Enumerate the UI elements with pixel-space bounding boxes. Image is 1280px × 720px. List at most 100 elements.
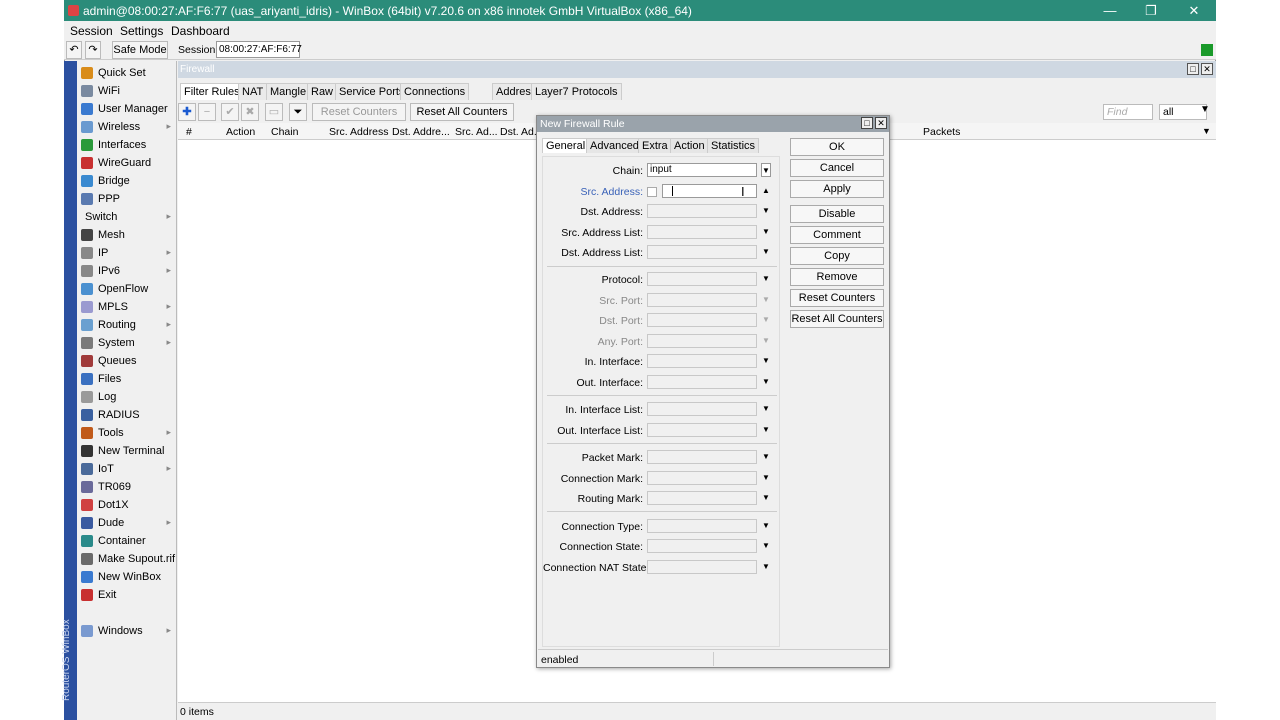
sidebar-item-iot[interactable]: IoT ▸ [77, 460, 177, 478]
maximize-button[interactable]: ❐ [1136, 2, 1166, 19]
sidebar-item-new-terminal[interactable]: New Terminal [77, 442, 177, 460]
chain-field[interactable]: input [647, 163, 757, 177]
sidebar-item-dot1x[interactable]: Dot1X [77, 496, 177, 514]
filter-icon[interactable]: ⏷ [289, 103, 307, 121]
connection-mark-dropdown-icon[interactable]: ▼ [761, 471, 771, 485]
redo-button[interactable]: ↷ [85, 41, 101, 59]
tab-general[interactable]: General [542, 138, 590, 153]
routing-mark-field[interactable] [647, 491, 757, 505]
sidebar-item-user-manager[interactable]: User Manager [77, 100, 177, 118]
tab-extra[interactable]: Extra [638, 138, 672, 153]
dst-address-list-dropdown-icon[interactable]: ▼ [761, 245, 771, 259]
dialog-close-icon[interactable]: ✕ [875, 117, 887, 129]
reset-counters-button[interactable]: Reset Counters [312, 103, 406, 121]
sidebar-item-new-winbox[interactable]: New WinBox [77, 568, 177, 586]
dst-port-dropdown-icon[interactable]: ▼ [761, 313, 771, 327]
dst-port-field[interactable] [647, 313, 757, 327]
sidebar-item-queues[interactable]: Queues [77, 352, 177, 370]
sidebar-item-wifi[interactable]: WiFi [77, 82, 177, 100]
connection-type-field[interactable] [647, 519, 757, 533]
add-icon[interactable]: ✚ [178, 103, 196, 121]
routing-mark-dropdown-icon[interactable]: ▼ [761, 491, 771, 505]
in-interface-dropdown-icon[interactable]: ▼ [761, 354, 771, 368]
out-interface-field[interactable] [647, 375, 757, 389]
col-chain[interactable]: Chain [271, 126, 298, 138]
col-dst-address[interactable]: Dst. Addre... [392, 126, 450, 138]
any-port-field[interactable] [647, 334, 757, 348]
protocol-dropdown-icon[interactable]: ▼ [761, 272, 771, 286]
sidebar-item-bridge[interactable]: Bridge [77, 172, 177, 190]
session-field[interactable]: 08:00:27:AF:F6:77 [216, 41, 302, 58]
in-interface-list-field[interactable] [647, 402, 757, 416]
tab-advanced[interactable]: Advanced [586, 138, 643, 153]
reset-all-counters-button[interactable]: Reset All Counters [410, 103, 514, 121]
src-address-collapse-icon[interactable]: ▲ [761, 184, 771, 198]
connection-state-dropdown-icon[interactable]: ▼ [761, 539, 771, 553]
firewall-close-icon[interactable]: ✕ [1201, 63, 1213, 75]
any-port-dropdown-icon[interactable]: ▼ [761, 334, 771, 348]
comment-button[interactable]: Comment [790, 226, 884, 244]
copy-button[interactable]: Copy [790, 247, 884, 265]
sidebar-item-files[interactable]: Files [77, 370, 177, 388]
sidebar-item-log[interactable]: Log [77, 388, 177, 406]
sidebar-item-exit[interactable]: Exit [77, 586, 177, 604]
tab-action[interactable]: Action [670, 138, 709, 153]
menu-dashboard[interactable]: Dashboard [171, 24, 230, 38]
find-input[interactable]: Find [1103, 104, 1153, 120]
disable-icon[interactable]: ✖ [241, 103, 259, 121]
tab-raw[interactable]: Raw [307, 83, 338, 100]
col-src-address[interactable]: Src. Address [329, 126, 389, 138]
safe-mode-button[interactable]: Safe Mode [112, 41, 168, 59]
sidebar-item-tools[interactable]: Tools ▸ [77, 424, 177, 442]
sidebar-item-openflow[interactable]: OpenFlow [77, 280, 177, 298]
connection-type-dropdown-icon[interactable]: ▼ [761, 519, 771, 533]
col-number[interactable]: # [186, 126, 192, 138]
col-packets[interactable]: Packets [923, 126, 960, 138]
dst-address-field[interactable] [647, 204, 757, 218]
src-port-dropdown-icon[interactable]: ▼ [761, 293, 771, 307]
sidebar-item-quick-set[interactable]: Quick Set [77, 64, 177, 82]
sidebar-item-tr069[interactable]: TR069 [77, 478, 177, 496]
packet-mark-field[interactable] [647, 450, 757, 464]
connection-nat-state-dropdown-icon[interactable]: ▼ [761, 560, 771, 574]
out-interface-dropdown-icon[interactable]: ▼ [761, 375, 771, 389]
protocol-field[interactable] [647, 272, 757, 286]
col-src-address-list[interactable]: Src. Ad... [455, 126, 498, 138]
reset-all-counters-dialog-button[interactable]: Reset All Counters [790, 310, 884, 328]
tab-nat[interactable]: NAT [238, 83, 268, 100]
sidebar-item-ipv6[interactable]: IPv6 ▸ [77, 262, 177, 280]
tab-mangle[interactable]: Mangle [266, 83, 311, 100]
undo-button[interactable]: ↶ [66, 41, 82, 59]
menu-settings[interactable]: Settings [120, 24, 163, 38]
out-interface-list-field[interactable] [647, 423, 757, 437]
sidebar-item-wireguard[interactable]: WireGuard [77, 154, 177, 172]
sidebar-item-routing[interactable]: Routing ▸ [77, 316, 177, 334]
sidebar-item-radius[interactable]: RADIUS [77, 406, 177, 424]
in-interface-list-dropdown-icon[interactable]: ▼ [761, 402, 771, 416]
comment-icon[interactable]: ▭ [265, 103, 283, 121]
tab-statistics[interactable]: Statistics [707, 138, 760, 153]
apply-button[interactable]: Apply [790, 180, 884, 198]
filter-select-arrow-icon[interactable]: ▼ [1200, 104, 1210, 115]
tab-service-ports[interactable]: Service Ports [335, 83, 409, 100]
reset-counters-dialog-button[interactable]: Reset Counters [790, 289, 884, 307]
in-interface-field[interactable] [647, 354, 757, 368]
tab-connections[interactable]: Connections [400, 83, 470, 100]
ok-button[interactable]: OK [790, 138, 884, 156]
sidebar-item-switch[interactable]: Switch ▸ [77, 208, 177, 226]
menu-session[interactable]: Session [70, 24, 113, 38]
chain-dropdown-icon[interactable]: ▼ [761, 163, 771, 177]
enable-icon[interactable]: ✔ [221, 103, 239, 121]
connection-state-field[interactable] [647, 539, 757, 553]
sidebar-item-make-supout-rif[interactable]: Make Supout.rif [77, 550, 177, 568]
packet-mark-dropdown-icon[interactable]: ▼ [761, 450, 771, 464]
sidebar-item-ip[interactable]: IP ▸ [77, 244, 177, 262]
sidebar-item-windows[interactable]: Windows ▸ [77, 622, 177, 640]
sidebar-item-system[interactable]: System ▸ [77, 334, 177, 352]
cancel-button[interactable]: Cancel [790, 159, 884, 177]
tab-filter-rules[interactable]: Filter Rules [180, 83, 244, 100]
remove-icon[interactable]: − [198, 103, 216, 121]
firewall-maximize-icon[interactable]: □ [1187, 63, 1199, 75]
sidebar-item-interfaces[interactable]: Interfaces [77, 136, 177, 154]
src-address-invert-checkbox[interactable] [647, 187, 657, 197]
